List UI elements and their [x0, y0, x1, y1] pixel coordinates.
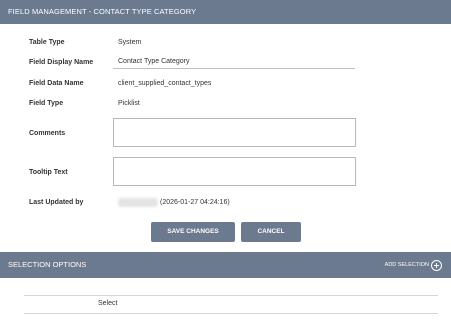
add-selection-button[interactable]: ADD SELECTION	[385, 252, 429, 278]
selection-column-header: Select	[98, 300, 118, 307]
cancel-button[interactable]: CANCEL	[241, 222, 301, 242]
field-type-value: Picklist	[118, 100, 140, 107]
plus-circle-icon[interactable]	[431, 260, 442, 271]
selection-options-header: SELECTION OPTIONS ADD SELECTION	[0, 252, 451, 278]
page-header: FIELD MANAGEMENT - CONTACT TYPE CATEGORY	[0, 0, 451, 24]
selection-options-title: SELECTION OPTIONS	[8, 260, 87, 269]
comments-label: Comments	[29, 130, 66, 137]
list-divider	[24, 295, 438, 296]
display-name-label: Field Display Name	[29, 59, 94, 66]
data-name-value: client_supplied_contact_types	[118, 80, 212, 87]
table-type-label: Table Type	[29, 39, 65, 46]
data-name-label: Field Data Name	[29, 80, 84, 87]
display-name-input[interactable]	[113, 55, 355, 69]
redacted-user-name	[118, 198, 158, 207]
comments-textarea[interactable]	[113, 118, 356, 147]
tooltip-label: Tooltip Text	[29, 169, 68, 176]
field-type-label: Field Type	[29, 100, 64, 107]
page-title: FIELD MANAGEMENT - CONTACT TYPE CATEGORY	[8, 7, 197, 16]
list-divider	[24, 313, 438, 314]
last-updated-timestamp: (2026-01-27 04:24:16)	[160, 199, 230, 206]
last-updated-label: Last Updated by	[29, 199, 84, 206]
table-type-value: System	[118, 39, 142, 46]
save-changes-button[interactable]: SAVE CHANGES	[151, 222, 235, 242]
tooltip-textarea[interactable]	[113, 157, 356, 186]
